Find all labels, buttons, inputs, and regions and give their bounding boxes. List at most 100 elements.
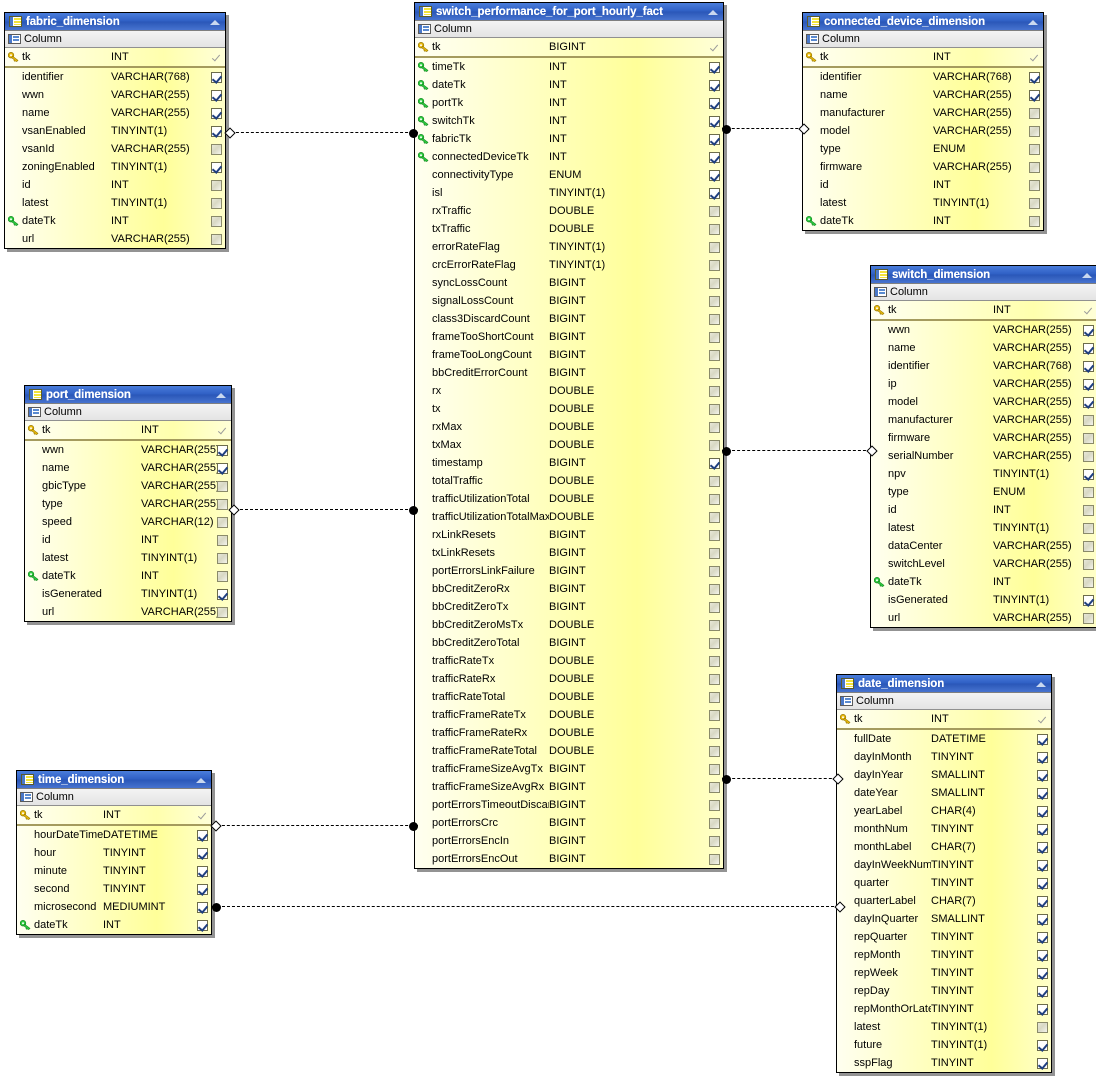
table-titlebar[interactable]: port_dimension xyxy=(25,386,231,404)
table-row[interactable]: dateTk INT xyxy=(17,916,211,934)
column-notnull-checkbox[interactable] xyxy=(705,583,723,595)
column-notnull-checkbox[interactable] xyxy=(705,205,723,217)
table-row[interactable]: portErrorsLinkFailure BIGINT xyxy=(415,562,723,580)
table-time-dimension[interactable]: time_dimension Column tk INT hourDateTime D… xyxy=(16,770,212,935)
table-row[interactable]: id INT xyxy=(5,176,225,194)
column-notnull-checkbox[interactable] xyxy=(705,295,723,307)
table-row[interactable]: syncLossCount BIGINT xyxy=(415,274,723,292)
column-notnull-checkbox[interactable] xyxy=(1033,967,1051,979)
table-row[interactable]: txMax DOUBLE xyxy=(415,436,723,454)
column-notnull-checkbox[interactable] xyxy=(1079,540,1096,552)
column-notnull-checkbox[interactable] xyxy=(1033,895,1051,907)
table-row[interactable]: txLinkResets BIGINT xyxy=(415,544,723,562)
column-notnull-checkbox[interactable] xyxy=(213,498,231,510)
table-row[interactable]: monthNum TINYINT xyxy=(837,820,1051,838)
column-notnull-checkbox[interactable] xyxy=(705,727,723,739)
table-titlebar[interactable]: date_dimension xyxy=(837,675,1051,693)
table-row[interactable]: identifier VARCHAR(768) xyxy=(5,68,225,86)
table-row[interactable]: portTk INT xyxy=(415,94,723,112)
column-notnull-checkbox[interactable] xyxy=(207,89,225,101)
table-switch-performance-for-port-hourly-fact[interactable]: switch_performance_for_port_hourly_fact … xyxy=(414,2,724,869)
chevron-up-icon[interactable] xyxy=(1080,269,1094,281)
column-notnull-checkbox[interactable] xyxy=(1033,787,1051,799)
column-notnull-checkbox[interactable] xyxy=(1033,841,1051,853)
table-row[interactable]: firmware VARCHAR(255) xyxy=(871,429,1096,447)
column-notnull-checkbox[interactable] xyxy=(705,853,723,865)
column-notnull-checkbox[interactable] xyxy=(705,241,723,253)
table-row[interactable]: repQuarter TINYINT xyxy=(837,928,1051,946)
table-row[interactable]: errorRateFlag TINYINT(1) xyxy=(415,238,723,256)
table-row[interactable]: npv TINYINT(1) xyxy=(871,465,1096,483)
table-row[interactable]: connectedDeviceTk INT xyxy=(415,148,723,166)
column-notnull-checkbox[interactable] xyxy=(213,552,231,564)
table-row-primary-key[interactable]: tk INT xyxy=(25,421,231,441)
column-notnull-checkbox[interactable] xyxy=(1079,468,1096,480)
table-row[interactable]: url VARCHAR(255) xyxy=(5,230,225,248)
table-row[interactable]: signalLossCount BIGINT xyxy=(415,292,723,310)
column-notnull-checkbox[interactable] xyxy=(1079,360,1096,372)
table-titlebar[interactable]: fabric_dimension xyxy=(5,13,225,31)
table-date-dimension[interactable]: date_dimension Column tk INT fullDate DATET… xyxy=(836,674,1052,1073)
column-notnull-checkbox[interactable] xyxy=(1079,486,1096,498)
chevron-up-icon[interactable] xyxy=(194,774,208,786)
table-row[interactable]: model VARCHAR(255) xyxy=(803,122,1043,140)
column-notnull-checkbox[interactable] xyxy=(1033,1057,1051,1069)
column-notnull-checkbox[interactable] xyxy=(207,107,225,119)
column-notnull-checkbox[interactable] xyxy=(705,97,723,109)
column-notnull-checkbox[interactable] xyxy=(1033,1003,1051,1015)
table-row[interactable]: id INT xyxy=(871,501,1096,519)
table-row[interactable]: tx DOUBLE xyxy=(415,400,723,418)
table-row[interactable]: latest TINYINT(1) xyxy=(837,1018,1051,1036)
column-notnull-checkbox[interactable] xyxy=(213,480,231,492)
table-row[interactable]: rxTraffic DOUBLE xyxy=(415,202,723,220)
table-titlebar[interactable]: time_dimension xyxy=(17,771,211,789)
table-row[interactable]: trafficRateTx DOUBLE xyxy=(415,652,723,670)
column-notnull-checkbox[interactable] xyxy=(207,52,225,63)
column-notnull-checkbox[interactable] xyxy=(1033,985,1051,997)
table-row[interactable]: identifier VARCHAR(768) xyxy=(871,357,1096,375)
table-row[interactable]: switchTk INT xyxy=(415,112,723,130)
column-notnull-checkbox[interactable] xyxy=(1033,949,1051,961)
table-row[interactable]: name VARCHAR(255) xyxy=(871,339,1096,357)
table-row-primary-key[interactable]: tk INT xyxy=(5,48,225,68)
table-row[interactable]: dateTk INT xyxy=(803,212,1043,230)
column-notnull-checkbox[interactable] xyxy=(1033,913,1051,925)
column-notnull-checkbox[interactable] xyxy=(207,233,225,245)
column-notnull-checkbox[interactable] xyxy=(1079,522,1096,534)
column-notnull-checkbox[interactable] xyxy=(705,79,723,91)
column-notnull-checkbox[interactable] xyxy=(193,865,211,877)
table-row[interactable]: quarter TINYINT xyxy=(837,874,1051,892)
table-row[interactable]: timeTk INT xyxy=(415,58,723,76)
table-row[interactable]: frameTooLongCount BIGINT xyxy=(415,346,723,364)
column-notnull-checkbox[interactable] xyxy=(213,588,231,600)
column-notnull-checkbox[interactable] xyxy=(1025,52,1043,63)
table-row[interactable]: name VARCHAR(255) xyxy=(803,86,1043,104)
table-row[interactable]: model VARCHAR(255) xyxy=(871,393,1096,411)
table-row[interactable]: trafficFrameRateTx DOUBLE xyxy=(415,706,723,724)
column-notnull-checkbox[interactable] xyxy=(705,817,723,829)
table-row[interactable]: portErrorsEncIn BIGINT xyxy=(415,832,723,850)
table-row[interactable]: trafficFrameRateRx DOUBLE xyxy=(415,724,723,742)
table-row[interactable]: wwn VARCHAR(255) xyxy=(871,321,1096,339)
table-row[interactable]: trafficRateRx DOUBLE xyxy=(415,670,723,688)
column-notnull-checkbox[interactable] xyxy=(1079,558,1096,570)
column-notnull-checkbox[interactable] xyxy=(705,151,723,163)
table-row[interactable]: crcErrorRateFlag TINYINT(1) xyxy=(415,256,723,274)
column-notnull-checkbox[interactable] xyxy=(705,403,723,415)
column-notnull-checkbox[interactable] xyxy=(1079,432,1096,444)
table-row[interactable]: type ENUM xyxy=(803,140,1043,158)
table-row[interactable]: trafficFrameSizeAvgTx BIGINT xyxy=(415,760,723,778)
column-notnull-checkbox[interactable] xyxy=(705,277,723,289)
table-row[interactable]: url VARCHAR(255) xyxy=(871,609,1096,627)
column-notnull-checkbox[interactable] xyxy=(705,223,723,235)
chevron-up-icon[interactable] xyxy=(706,6,720,18)
table-row[interactable]: dayInYear SMALLINT xyxy=(837,766,1051,784)
table-row[interactable]: identifier VARCHAR(768) xyxy=(803,68,1043,86)
column-notnull-checkbox[interactable] xyxy=(213,606,231,618)
table-row-primary-key[interactable]: tk INT xyxy=(871,301,1096,321)
column-notnull-checkbox[interactable] xyxy=(1033,769,1051,781)
column-notnull-checkbox[interactable] xyxy=(193,810,211,821)
column-notnull-checkbox[interactable] xyxy=(705,691,723,703)
table-row-primary-key[interactable]: tk BIGINT xyxy=(415,38,723,58)
column-notnull-checkbox[interactable] xyxy=(705,457,723,469)
